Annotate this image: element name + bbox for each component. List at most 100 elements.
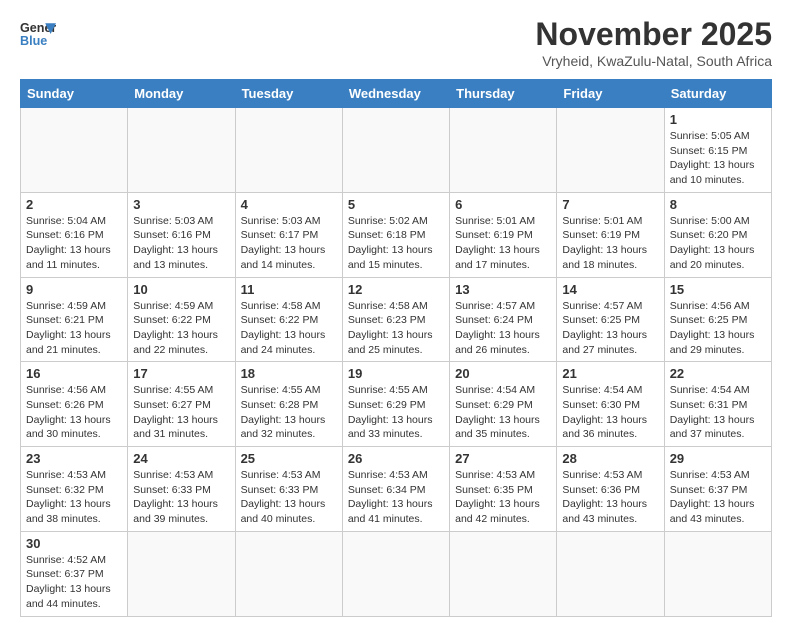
day-number: 13 <box>455 282 551 297</box>
logo-icon: General Blue <box>20 16 56 52</box>
day-number: 2 <box>26 197 122 212</box>
day-info: Sunrise: 4:59 AM Sunset: 6:22 PM Dayligh… <box>133 299 229 358</box>
table-row <box>128 531 235 616</box>
day-info: Sunrise: 5:01 AM Sunset: 6:19 PM Dayligh… <box>455 214 551 273</box>
table-row <box>664 531 771 616</box>
table-row: 5Sunrise: 5:02 AM Sunset: 6:18 PM Daylig… <box>342 192 449 277</box>
day-info: Sunrise: 5:05 AM Sunset: 6:15 PM Dayligh… <box>670 129 766 188</box>
title-section: November 2025 Vryheid, KwaZulu-Natal, So… <box>535 16 772 69</box>
table-row: 12Sunrise: 4:58 AM Sunset: 6:23 PM Dayli… <box>342 277 449 362</box>
day-number: 16 <box>26 366 122 381</box>
table-row: 29 Sunrise: 4:53 AM Sunset: 6:37 PM Dayli… <box>664 447 771 532</box>
table-row: 25 Sunrise: 4:53 AM Sunset: 6:33 PM Dayli… <box>235 447 342 532</box>
day-number: 4 <box>241 197 337 212</box>
table-row: 27 Sunrise: 4:53 AM Sunset: 6:35 PM Dayli… <box>450 447 557 532</box>
table-row: 9 Sunrise: 4:59 AM Sunset: 6:21 PM Daylig… <box>21 277 128 362</box>
table-row: 17 Sunrise: 4:55 AM Sunset: 6:27 PM Dayli… <box>128 362 235 447</box>
day-info: Sunrise: 4:53 AM Sunset: 6:32 PM Dayligh… <box>26 468 122 527</box>
day-number: 22 <box>670 366 766 381</box>
header-tuesday: Tuesday <box>235 80 342 108</box>
svg-text:Blue: Blue <box>20 34 47 48</box>
day-number: 18 <box>241 366 337 381</box>
table-row: 16 Sunrise: 4:56 AM Sunset: 6:26 PM Dayli… <box>21 362 128 447</box>
calendar-table: Sunday Monday Tuesday Wednesday Thursday… <box>20 79 772 617</box>
day-number: 3 <box>133 197 229 212</box>
table-row <box>21 108 128 193</box>
day-info: Sunrise: 4:53 AM Sunset: 6:37 PM Dayligh… <box>670 468 766 527</box>
day-number: 17 <box>133 366 229 381</box>
table-row: 11 Sunrise: 4:58 AM Sunset: 6:22 PM Dayli… <box>235 277 342 362</box>
day-number: 29 <box>670 451 766 466</box>
day-info: Sunrise: 5:00 AM Sunset: 6:20 PM Dayligh… <box>670 214 766 273</box>
day-number: 24 <box>133 451 229 466</box>
day-info: Sunrise: 4:54 AM Sunset: 6:31 PM Dayligh… <box>670 383 766 442</box>
table-row: 22 Sunrise: 4:54 AM Sunset: 6:31 PM Dayli… <box>664 362 771 447</box>
table-row: 15 Sunrise: 4:56 AM Sunset: 6:25 PM Dayli… <box>664 277 771 362</box>
page-header: General Blue November 2025 Vryheid, KwaZ… <box>20 16 772 69</box>
day-info: Sunrise: 5:03 AM Sunset: 6:17 PM Dayligh… <box>241 214 337 273</box>
table-row: 28 Sunrise: 4:53 AM Sunset: 6:36 PM Dayli… <box>557 447 664 532</box>
day-info: Sunrise: 4:56 AM Sunset: 6:25 PM Dayligh… <box>670 299 766 358</box>
day-number: 11 <box>241 282 337 297</box>
day-info: Sunrise: 4:53 AM Sunset: 6:34 PM Dayligh… <box>348 468 444 527</box>
day-number: 23 <box>26 451 122 466</box>
table-row: 14Sunrise: 4:57 AM Sunset: 6:25 PM Dayli… <box>557 277 664 362</box>
table-row <box>235 108 342 193</box>
day-info: Sunrise: 4:53 AM Sunset: 6:35 PM Dayligh… <box>455 468 551 527</box>
table-row: 2 Sunrise: 5:04 AM Sunset: 6:16 PM Daylig… <box>21 192 128 277</box>
day-info: Sunrise: 4:55 AM Sunset: 6:29 PM Dayligh… <box>348 383 444 442</box>
table-row <box>557 108 664 193</box>
month-title: November 2025 <box>535 16 772 53</box>
weekday-header-row: Sunday Monday Tuesday Wednesday Thursday… <box>21 80 772 108</box>
table-row: 21Sunrise: 4:54 AM Sunset: 6:30 PM Dayli… <box>557 362 664 447</box>
day-number: 27 <box>455 451 551 466</box>
location-subtitle: Vryheid, KwaZulu-Natal, South Africa <box>535 53 772 69</box>
day-info: Sunrise: 4:53 AM Sunset: 6:36 PM Dayligh… <box>562 468 658 527</box>
day-info: Sunrise: 4:53 AM Sunset: 6:33 PM Dayligh… <box>133 468 229 527</box>
day-number: 8 <box>670 197 766 212</box>
day-number: 12 <box>348 282 444 297</box>
table-row: 1 Sunrise: 5:05 AM Sunset: 6:15 PM Daylig… <box>664 108 771 193</box>
day-info: Sunrise: 4:54 AM Sunset: 6:30 PM Dayligh… <box>562 383 658 442</box>
day-number: 28 <box>562 451 658 466</box>
table-row: 19Sunrise: 4:55 AM Sunset: 6:29 PM Dayli… <box>342 362 449 447</box>
day-info: Sunrise: 4:53 AM Sunset: 6:33 PM Dayligh… <box>241 468 337 527</box>
table-row <box>235 531 342 616</box>
table-row: 23 Sunrise: 4:53 AM Sunset: 6:32 PM Dayli… <box>21 447 128 532</box>
header-friday: Friday <box>557 80 664 108</box>
table-row: 10Sunrise: 4:59 AM Sunset: 6:22 PM Dayli… <box>128 277 235 362</box>
table-row: 20 Sunrise: 4:54 AM Sunset: 6:29 PM Dayli… <box>450 362 557 447</box>
day-info: Sunrise: 5:01 AM Sunset: 6:19 PM Dayligh… <box>562 214 658 273</box>
day-number: 30 <box>26 536 122 551</box>
header-sunday: Sunday <box>21 80 128 108</box>
day-info: Sunrise: 4:58 AM Sunset: 6:22 PM Dayligh… <box>241 299 337 358</box>
header-wednesday: Wednesday <box>342 80 449 108</box>
day-number: 7 <box>562 197 658 212</box>
table-row: 6Sunrise: 5:01 AM Sunset: 6:19 PM Daylig… <box>450 192 557 277</box>
day-number: 1 <box>670 112 766 127</box>
day-number: 20 <box>455 366 551 381</box>
table-row <box>342 108 449 193</box>
day-number: 14 <box>562 282 658 297</box>
table-row: 24 Sunrise: 4:53 AM Sunset: 6:33 PM Dayli… <box>128 447 235 532</box>
table-row: 30 Sunrise: 4:52 AM Sunset: 6:37 PM Dayli… <box>21 531 128 616</box>
logo: General Blue <box>20 16 56 52</box>
day-info: Sunrise: 4:55 AM Sunset: 6:27 PM Dayligh… <box>133 383 229 442</box>
day-info: Sunrise: 4:54 AM Sunset: 6:29 PM Dayligh… <box>455 383 551 442</box>
day-number: 26 <box>348 451 444 466</box>
table-row <box>450 108 557 193</box>
table-row: 3Sunrise: 5:03 AM Sunset: 6:16 PM Daylig… <box>128 192 235 277</box>
table-row: 26 Sunrise: 4:53 AM Sunset: 6:34 PM Dayli… <box>342 447 449 532</box>
day-number: 15 <box>670 282 766 297</box>
table-row: 4 Sunrise: 5:03 AM Sunset: 6:17 PM Daylig… <box>235 192 342 277</box>
day-number: 9 <box>26 282 122 297</box>
day-number: 5 <box>348 197 444 212</box>
day-number: 25 <box>241 451 337 466</box>
day-info: Sunrise: 4:59 AM Sunset: 6:21 PM Dayligh… <box>26 299 122 358</box>
table-row: 13Sunrise: 4:57 AM Sunset: 6:24 PM Dayli… <box>450 277 557 362</box>
table-row <box>557 531 664 616</box>
day-info: Sunrise: 4:56 AM Sunset: 6:26 PM Dayligh… <box>26 383 122 442</box>
day-info: Sunrise: 4:52 AM Sunset: 6:37 PM Dayligh… <box>26 553 122 612</box>
header-saturday: Saturday <box>664 80 771 108</box>
day-info: Sunrise: 5:04 AM Sunset: 6:16 PM Dayligh… <box>26 214 122 273</box>
